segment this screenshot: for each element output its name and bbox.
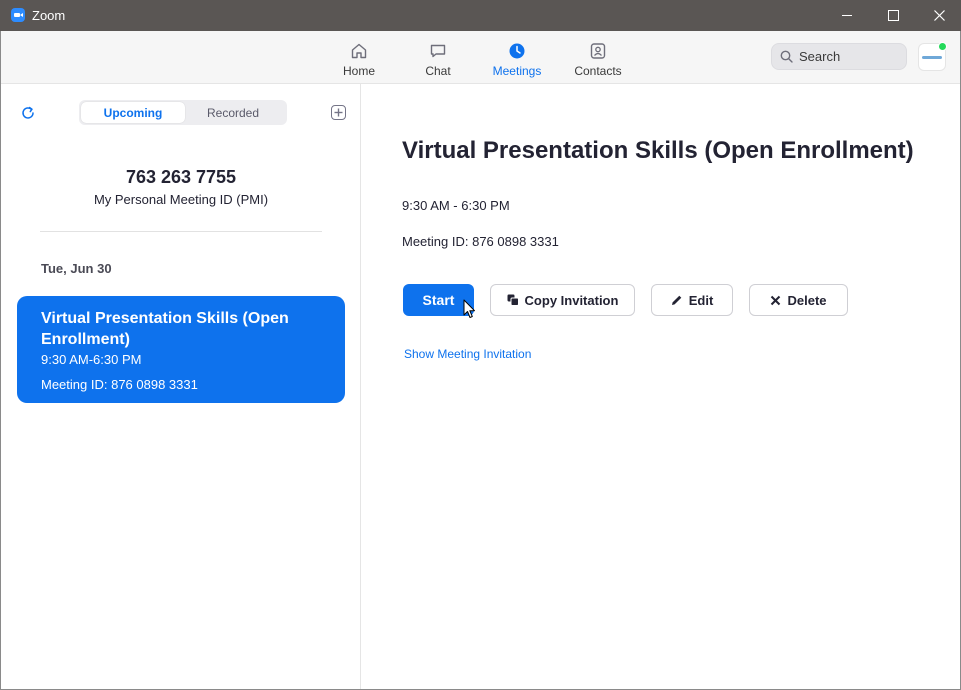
show-meeting-invitation-link[interactable]: Show Meeting Invitation <box>404 347 531 361</box>
date-header: Tue, Jun 30 <box>41 261 112 276</box>
contacts-icon <box>589 42 607 60</box>
meeting-item-id: Meeting ID: 876 0898 3331 <box>41 377 198 392</box>
add-meeting-button[interactable] <box>331 105 346 120</box>
search-input[interactable] <box>799 49 899 64</box>
pmi-number[interactable]: 763 263 7755 <box>1 167 361 188</box>
top-nav-bar: Home Chat Meetings Contacts <box>1 31 960 84</box>
edit-label: Edit <box>688 292 714 308</box>
copy-icon <box>507 294 519 306</box>
copy-invitation-label: Copy Invitation <box>524 292 619 308</box>
clock-icon <box>508 42 526 60</box>
meeting-detail-id: Meeting ID: 876 0898 3331 <box>402 234 559 249</box>
home-icon <box>350 42 368 60</box>
minimize-button[interactable] <box>824 0 870 31</box>
tab-contacts[interactable]: Contacts <box>558 31 638 83</box>
mouse-cursor-icon <box>463 299 476 325</box>
minimize-icon <box>841 15 852 16</box>
meeting-item-time: 9:30 AM-6:30 PM <box>41 352 142 367</box>
tab-home-label: Home <box>342 64 375 78</box>
tab-upcoming[interactable]: Upcoming <box>81 102 185 123</box>
close-icon <box>933 10 945 21</box>
maximize-icon <box>887 10 899 21</box>
x-icon <box>770 295 781 306</box>
avatar-logo <box>922 55 942 59</box>
online-status-dot <box>938 42 947 51</box>
edit-button[interactable]: Edit <box>651 284 733 316</box>
tab-meetings[interactable]: Meetings <box>477 31 557 83</box>
refresh-icon[interactable] <box>20 105 36 121</box>
pencil-icon <box>671 294 683 306</box>
divider <box>40 231 322 232</box>
tab-meetings-label: Meetings <box>492 64 542 78</box>
delete-button[interactable]: Delete <box>749 284 848 316</box>
search-box[interactable] <box>771 43 907 70</box>
tab-chat[interactable]: Chat <box>398 31 478 83</box>
close-button[interactable] <box>916 0 961 31</box>
window-title: Zoom <box>32 8 66 23</box>
zoom-app-icon <box>11 8 25 22</box>
meetings-list-panel: Upcoming Recorded 763 263 7755 My Person… <box>1 84 361 689</box>
tab-home[interactable]: Home <box>319 31 399 83</box>
meeting-detail-title: Virtual Presentation Skills (Open Enroll… <box>402 137 914 164</box>
plus-icon <box>334 108 343 117</box>
chat-icon <box>429 42 447 60</box>
pmi-label: My Personal Meeting ID (PMI) <box>93 192 269 207</box>
tab-chat-label: Chat <box>425 64 451 78</box>
upcoming-recorded-toggle: Upcoming Recorded <box>79 100 287 125</box>
meeting-detail-time: 9:30 AM - 6:30 PM <box>402 198 510 213</box>
delete-label: Delete <box>787 292 827 308</box>
maximize-button[interactable] <box>870 0 916 31</box>
avatar[interactable] <box>918 42 947 71</box>
title-bar: Zoom <box>0 0 961 31</box>
meeting-list-item[interactable]: Virtual Presentation Skills (Open Enroll… <box>17 296 345 403</box>
tab-contacts-label: Contacts <box>574 64 622 78</box>
search-icon <box>780 50 793 63</box>
tab-recorded[interactable]: Recorded <box>181 102 285 123</box>
meeting-item-title: Virtual Presentation Skills (Open Enroll… <box>41 310 289 348</box>
copy-invitation-button[interactable]: Copy Invitation <box>490 284 635 316</box>
